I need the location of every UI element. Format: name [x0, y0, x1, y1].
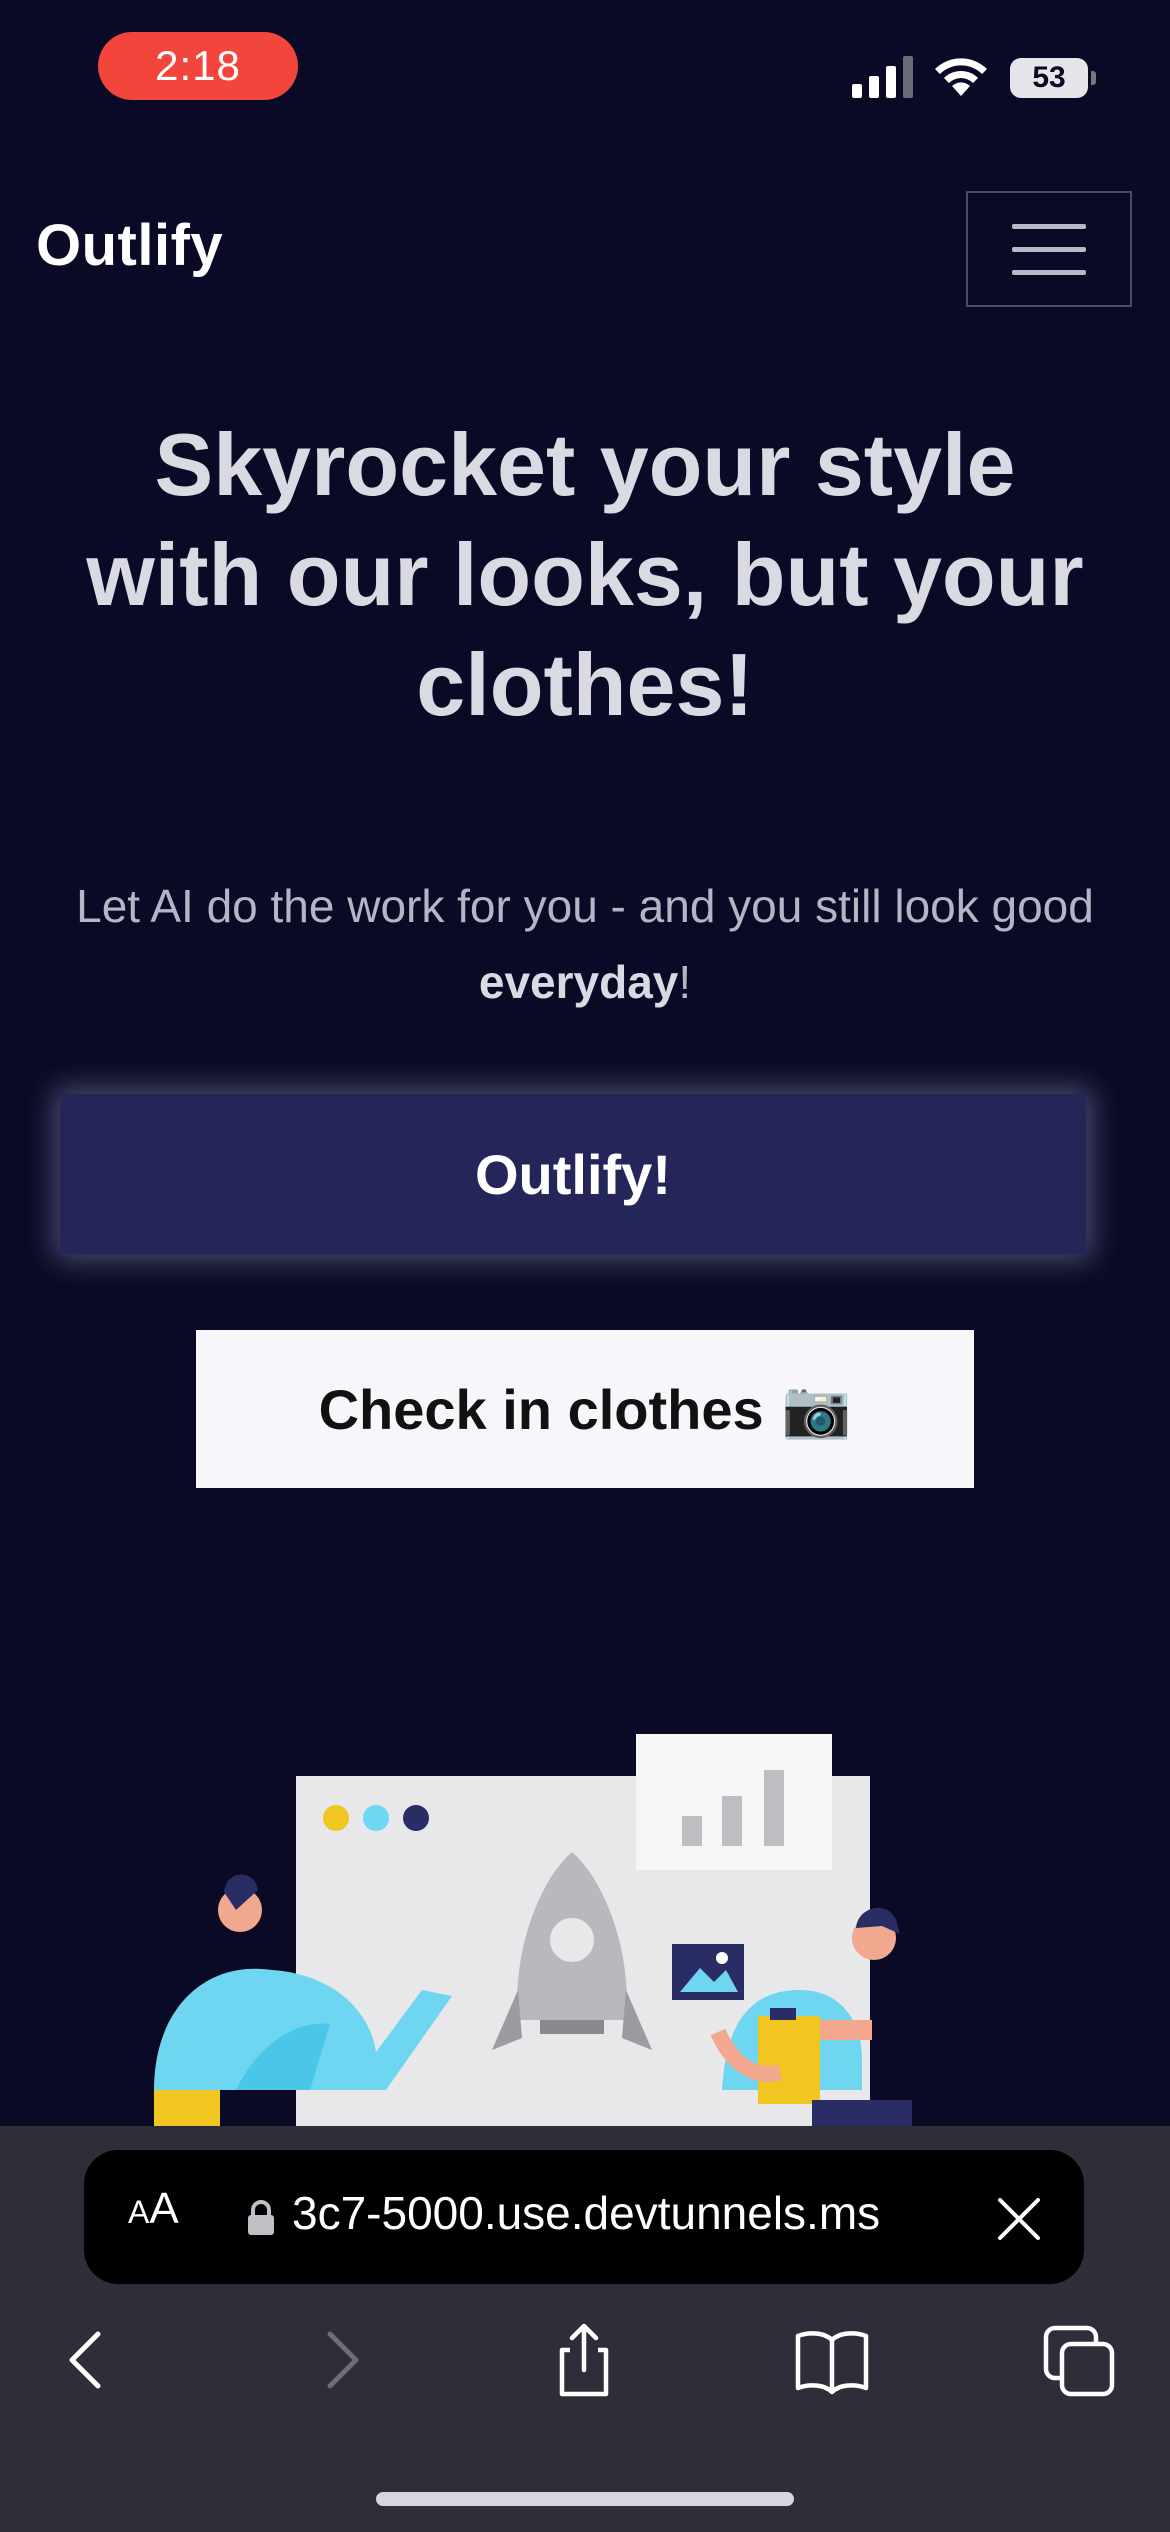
- hamburger-menu-button[interactable]: [966, 191, 1132, 307]
- outlify-button[interactable]: Outlify!: [60, 1094, 1086, 1254]
- brand-logo[interactable]: Outlify: [36, 212, 223, 279]
- status-time: 2:18: [98, 32, 298, 100]
- hero-subtitle-text: Let AI do the work for you - and you sti…: [76, 880, 1094, 932]
- home-indicator: [376, 2492, 794, 2506]
- battery-icon: 53: [1010, 58, 1096, 98]
- close-icon[interactable]: [996, 2196, 1042, 2242]
- status-bar: 2:18 53: [0, 0, 1170, 140]
- hero-subtitle-end: !: [678, 956, 692, 1008]
- url-text[interactable]: 3c7-5000.use.devtunnels.ms: [292, 2186, 1012, 2240]
- bookmarks-icon[interactable]: [792, 2320, 872, 2400]
- share-icon[interactable]: [544, 2320, 624, 2400]
- wifi-icon: [935, 58, 987, 96]
- reader-settings-button[interactable]: AA: [128, 2184, 179, 2234]
- camera-icon: 📷: [781, 1377, 852, 1440]
- text-size-large: A: [149, 2184, 179, 2233]
- menu-line-icon: [1012, 246, 1086, 252]
- hero-subtitle: Let AI do the work for you - and you sti…: [70, 868, 1100, 1020]
- forward-icon[interactable]: [300, 2320, 380, 2400]
- text-size-small: A: [128, 2194, 150, 2230]
- lock-icon: [248, 2200, 274, 2235]
- menu-line-icon: [1012, 223, 1086, 229]
- hero-title: Skyrocket your style with our looks, but…: [86, 415, 1084, 734]
- hero-subtitle-emphasis: everyday: [478, 956, 679, 1008]
- back-icon[interactable]: [48, 2320, 128, 2400]
- rocket-illustration: [154, 1734, 912, 2130]
- cellular-signal-icon: [852, 56, 913, 98]
- tabs-icon[interactable]: [1040, 2320, 1120, 2400]
- menu-line-icon: [1012, 269, 1086, 275]
- check-in-clothes-button[interactable]: Check in clothes 📷: [196, 1330, 974, 1488]
- check-in-clothes-label: Check in clothes: [318, 1377, 764, 1441]
